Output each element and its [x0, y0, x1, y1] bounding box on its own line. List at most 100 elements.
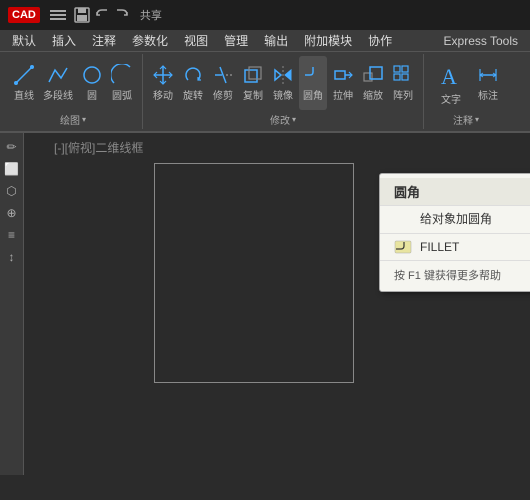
popup-item-fillet-object[interactable]: 给对象加圆角: [380, 206, 530, 231]
annotation-group-label[interactable]: 注释 ▾: [453, 112, 479, 127]
annotation-tools: A 文字 标注: [430, 56, 502, 110]
scale-icon: [362, 64, 384, 86]
tool-text[interactable]: A 文字: [430, 56, 472, 110]
dimension-icon: [477, 64, 499, 86]
save-icon: [72, 5, 92, 25]
polyline-icon: [47, 64, 69, 86]
mirror-icon: [272, 64, 294, 86]
popup-fillet-object-label: 给对象加圆角: [420, 210, 492, 227]
line-icon: [13, 64, 35, 86]
dimension-label: 标注: [478, 87, 498, 102]
left-tool-resize[interactable]: ↕: [2, 247, 22, 267]
popup-footer: 按 F1 键获得更多帮助: [380, 263, 530, 287]
draw-dropdown-arrow: ▾: [82, 115, 86, 124]
drawing-canvas: [154, 163, 354, 383]
arc-icon: [111, 64, 133, 86]
ribbon-group-annotation: A 文字 标注 注释 ▾: [424, 54, 508, 129]
popup-fillet-cmd-icon: [394, 240, 412, 254]
tool-move[interactable]: 移动: [149, 56, 177, 110]
share-label: 共享: [140, 7, 162, 23]
title-bar: CAD 共享: [0, 0, 530, 30]
tool-fillet[interactable]: 圆角: [299, 56, 327, 110]
polyline-label: 多段线: [43, 87, 73, 102]
tool-rotate[interactable]: 旋转: [179, 56, 207, 110]
modify-group-label[interactable]: 修改 ▾: [270, 112, 296, 127]
left-tool-list[interactable]: ≡: [2, 225, 22, 245]
fillet-icon: [302, 64, 324, 86]
stretch-label: 拉伸: [333, 87, 353, 102]
ribbon-toolbar: 直线 多段线 圆 圆弧 绘图 ▾: [0, 52, 530, 133]
viewport-label: [-][俯视]二维线框: [54, 139, 143, 156]
popup-header: 圆角: [380, 178, 530, 206]
array-icon: [392, 64, 414, 86]
rotate-label: 旋转: [183, 87, 203, 102]
left-tool-hex[interactable]: ⬡: [2, 181, 22, 201]
text-label: 文字: [441, 91, 461, 106]
copy-label: 复制: [243, 87, 263, 102]
svg-text:A: A: [441, 64, 457, 89]
toolbar-icon: [48, 5, 68, 25]
move-icon: [152, 64, 174, 86]
tool-mirror[interactable]: 镜像: [269, 56, 297, 110]
menu-parametric[interactable]: 参数化: [124, 30, 176, 51]
menu-insert[interactable]: 插入: [44, 30, 84, 51]
popup-fillet-object-icon: [394, 212, 412, 226]
context-popup: 圆角 给对象加圆角 FILLET 按 F1 键获得更多帮助: [379, 173, 530, 292]
rotate-icon: [182, 64, 204, 86]
undo-icon: [92, 5, 112, 25]
tool-arc[interactable]: 圆弧: [108, 56, 136, 110]
menu-addmodule[interactable]: 附加模块: [296, 30, 360, 51]
circle-icon: [81, 64, 103, 86]
tool-array[interactable]: 阵列: [389, 56, 417, 110]
mirror-label: 镜像: [273, 87, 293, 102]
popup-separator: [380, 233, 530, 234]
tool-polyline[interactable]: 多段线: [40, 56, 76, 110]
move-label: 移动: [153, 87, 173, 102]
tool-trim[interactable]: 修剪: [209, 56, 237, 110]
trim-icon: [212, 64, 234, 86]
menu-bar: 默认 插入 注释 参数化 视图 管理 输出 附加模块 协作 Express To…: [0, 30, 530, 52]
tool-copy[interactable]: 复制: [239, 56, 267, 110]
canvas-area: [-][俯视]二维线框 圆角 给对象加圆角 FILLET 按 F1 键获得更多帮…: [24, 133, 530, 475]
menu-express-tools[interactable]: Express Tools: [436, 32, 526, 50]
tool-circle[interactable]: 圆: [78, 56, 106, 110]
popup-item-fillet-cmd[interactable]: FILLET: [380, 236, 530, 258]
left-tool-pencil[interactable]: ✏: [2, 137, 22, 157]
left-tool-cross[interactable]: ⊕: [2, 203, 22, 223]
menu-annotation[interactable]: 注释: [84, 30, 124, 51]
cad-logo: CAD: [8, 7, 40, 23]
line-label: 直线: [14, 87, 34, 102]
menu-manage[interactable]: 管理: [216, 30, 256, 51]
tool-scale[interactable]: 缩放: [359, 56, 387, 110]
circle-label: 圆: [87, 87, 97, 102]
ribbon-content: 直线 多段线 圆 圆弧 绘图 ▾: [0, 52, 530, 132]
tool-line[interactable]: 直线: [10, 56, 38, 110]
draw-group-label[interactable]: 绘图 ▾: [60, 112, 86, 127]
arc-label: 圆弧: [112, 87, 132, 102]
popup-footer-separator: [380, 260, 530, 261]
main-area: ✏ ⬜ ⬡ ⊕ ≡ ↕ [-][俯视]二维线框 圆角 给对象加圆角 FILLET: [0, 133, 530, 475]
copy-icon: [242, 64, 264, 86]
ribbon-group-modify: 移动 旋转 修剪 复制: [143, 54, 424, 129]
menu-view[interactable]: 视图: [176, 30, 216, 51]
draw-tools: 直线 多段线 圆 圆弧: [10, 56, 136, 110]
modify-tools: 移动 旋转 修剪 复制: [149, 56, 417, 110]
menu-collab[interactable]: 协作: [360, 30, 400, 51]
text-icon: A: [436, 60, 466, 90]
tool-stretch[interactable]: 拉伸: [329, 56, 357, 110]
popup-fillet-cmd-label: FILLET: [420, 240, 459, 254]
menu-output[interactable]: 输出: [256, 30, 296, 51]
left-toolbar: ✏ ⬜ ⬡ ⊕ ≡ ↕: [0, 133, 24, 475]
ribbon-group-draw: 直线 多段线 圆 圆弧 绘图 ▾: [4, 54, 143, 129]
left-tool-rect[interactable]: ⬜: [2, 159, 22, 179]
scale-label: 缩放: [363, 87, 383, 102]
stretch-icon: [332, 64, 354, 86]
fillet-small-icon: [394, 240, 412, 254]
array-label: 阵列: [393, 87, 413, 102]
trim-label: 修剪: [213, 87, 233, 102]
menu-default[interactable]: 默认: [4, 30, 44, 51]
fillet-label: 圆角: [303, 87, 323, 102]
annotation-dropdown-arrow: ▾: [475, 115, 479, 124]
redo-icon: [112, 5, 132, 25]
tool-dimension[interactable]: 标注: [474, 56, 502, 110]
